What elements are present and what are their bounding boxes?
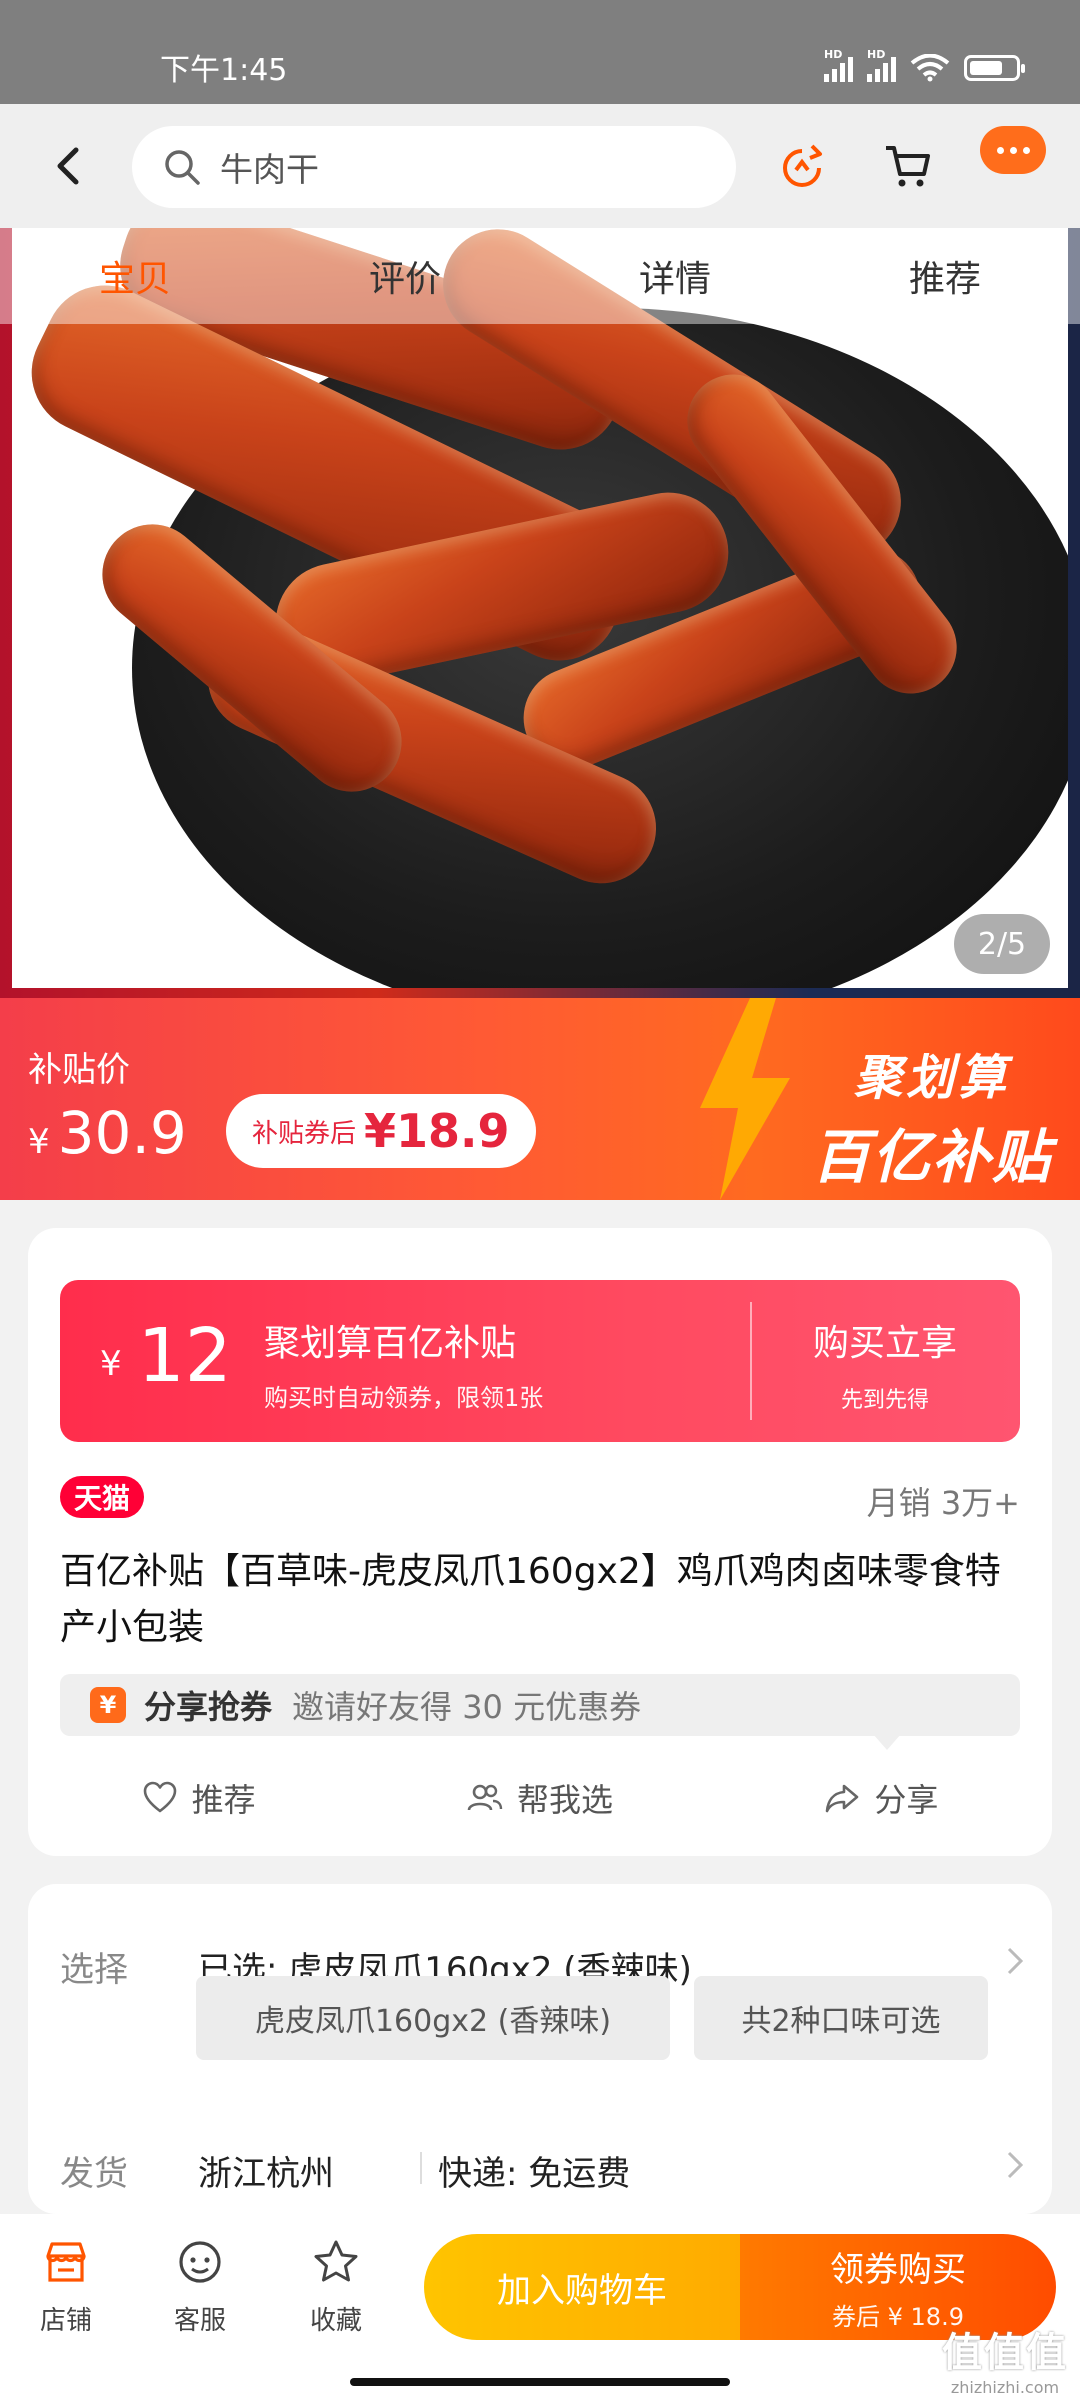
coupon-cta[interactable]: 购买立享 [750,1314,1020,1366]
tab-reviews[interactable]: 评价 [270,228,540,324]
buy-label: 领券购买 [830,2250,966,2290]
product-info-card: ¥12 聚划算百亿补贴 购买时自动领券，限领1张 购买立享 先到先得 天猫 月销… [28,1228,1052,1856]
coupon-price: ¥18.9 [364,1104,510,1158]
signal-icon-2: HD [867,48,896,82]
ship-method: 快递: 免运费 [438,2154,631,2194]
favorite-label: 收藏 [309,2306,362,2336]
select-label: 选择 [60,1950,128,1990]
coupon-subtitle: 购买时自动领券，限领1张 [264,1384,544,1412]
bottom-action-bar: 店铺 客服 收藏 加入购物车 领券购买 券后 ¥ 18.9 [0,2214,1080,2400]
wifi-icon [910,54,950,82]
more-menu-button[interactable] [980,126,1046,174]
battery-icon [964,55,1025,81]
coupon-amount: ¥12 [100,1316,232,1404]
product-gallery[interactable]: 宝贝 评价 详情 推荐 2/5 [0,228,1080,998]
search-placeholder: 牛肉干 [220,150,319,189]
coupon-value: 12 [137,1313,232,1399]
monthly-sales: 月销 3万+ [866,1484,1020,1522]
coupon-icon [90,1687,126,1723]
recommend-button[interactable]: 推荐 [28,1768,369,1828]
chevron-right-icon[interactable] [1006,2150,1024,2180]
share-button[interactable]: 分享 [711,1768,1052,1828]
ship-from: 浙江杭州 [198,2154,334,2194]
action-row: 推荐 帮我选 分享 [28,1768,1052,1828]
brand-line-2: 百亿补贴 [811,1123,1052,1191]
tab-item[interactable]: 宝贝 [0,228,270,324]
top-header: 牛肉干 [0,104,1080,228]
spec-shipping-card: 选择 已选: 虎皮凤爪160gx2 (香辣味) 虎皮凤爪160gx2 (香辣味)… [28,1884,1052,2214]
system-icons: HD HD [824,48,1025,82]
refresh-share-icon[interactable] [776,140,828,192]
divider [420,2152,422,2184]
image-pager: 2/5 [954,914,1050,974]
hd-label-2: HD [867,48,886,61]
price-amount: 30.9 [57,1099,187,1167]
tab-recommend[interactable]: 推荐 [810,228,1080,324]
search-input[interactable]: 牛肉干 [132,126,736,208]
home-indicator[interactable] [350,2378,730,2386]
spec-option[interactable]: 虎皮凤爪160gx2 (香辣味) [196,1976,670,2060]
status-time: 下午1:45 [160,53,288,88]
tab-details[interactable]: 详情 [540,228,810,324]
favorite-button[interactable]: 收藏 [286,2238,386,2337]
help-me-choose-button[interactable]: 帮我选 [369,1768,710,1828]
price-banner: 补贴价 ¥30.9 补贴券后 ¥18.9 聚划算 百亿补贴 [0,998,1080,1200]
watermark-logo: 值值值 [942,2330,1068,2376]
signal-icon: HD [824,48,853,82]
product-title: 百亿补贴【百草味-虎皮凤爪160gx2】鸡爪鸡肉卤味零食特产小包装 [60,1551,1001,1648]
coupon-cta-sub: 先到先得 [840,1388,929,1413]
recommend-label: 推荐 [191,1781,256,1819]
store-label: 店铺 [39,2306,92,2336]
store-icon [46,2242,86,2282]
tmall-badge: 天猫 [60,1476,145,1518]
watermark: 值值值 zhizhizhi.com [942,2320,1068,2397]
heart-icon [143,1781,176,1813]
product-photo [12,228,1068,988]
tooltip-arrow [873,1734,901,1750]
price-value: ¥30.9 [28,1104,187,1171]
coupon-title: 聚划算百亿补贴 [264,1323,517,1364]
coupon-price-chip: 补贴券后 ¥18.9 [226,1094,536,1168]
ship-label: 发货 [60,2154,128,2194]
price-label: 补贴价 [28,1050,130,1090]
watermark-url: zhizhizhi.com [950,2378,1060,2397]
share-icon [826,1784,859,1813]
add-to-cart-button[interactable]: 加入购物车 [424,2234,740,2340]
subsidy-coupon-banner[interactable]: ¥12 聚划算百亿补贴 购买时自动领券，限领1张 购买立享 先到先得 [60,1280,1020,1442]
store-button[interactable]: 店铺 [16,2238,116,2337]
coupon-currency: ¥ [100,1344,122,1384]
currency-symbol: ¥ [28,1122,50,1162]
section-tabs: 宝贝 评价 详情 推荐 [0,228,1080,324]
brand-line-1: 聚划算 [853,1050,1010,1106]
share-desc: 邀请好友得 30 元优惠券 [292,1688,642,1726]
people-icon [467,1784,503,1811]
back-icon[interactable] [50,144,90,188]
share-label: 分享抢券 [144,1688,273,1726]
hd-label: HD [824,48,843,61]
star-icon [314,2240,358,2282]
help-label: 帮我选 [516,1781,613,1819]
juhuasuan-logo: 聚划算 百亿补贴 [812,1038,1052,1194]
chevron-right-icon[interactable] [1006,1946,1024,1976]
search-icon [165,150,200,185]
share-coupon-strip[interactable]: 分享抢券 邀请好友得 30 元优惠券 [60,1674,1020,1736]
service-label: 客服 [173,2306,226,2336]
lightning-icon [700,998,790,1200]
share-label-btn: 分享 [874,1781,939,1819]
cart-icon[interactable] [882,140,934,192]
customer-service-button[interactable]: 客服 [150,2238,250,2337]
coupon-prefix: 补贴券后 [252,1118,357,1149]
service-icon [179,2241,221,2283]
status-bar: 下午1:45 HD HD [0,0,1080,104]
flavor-count-option[interactable]: 共2种口味可选 [694,1976,988,2060]
